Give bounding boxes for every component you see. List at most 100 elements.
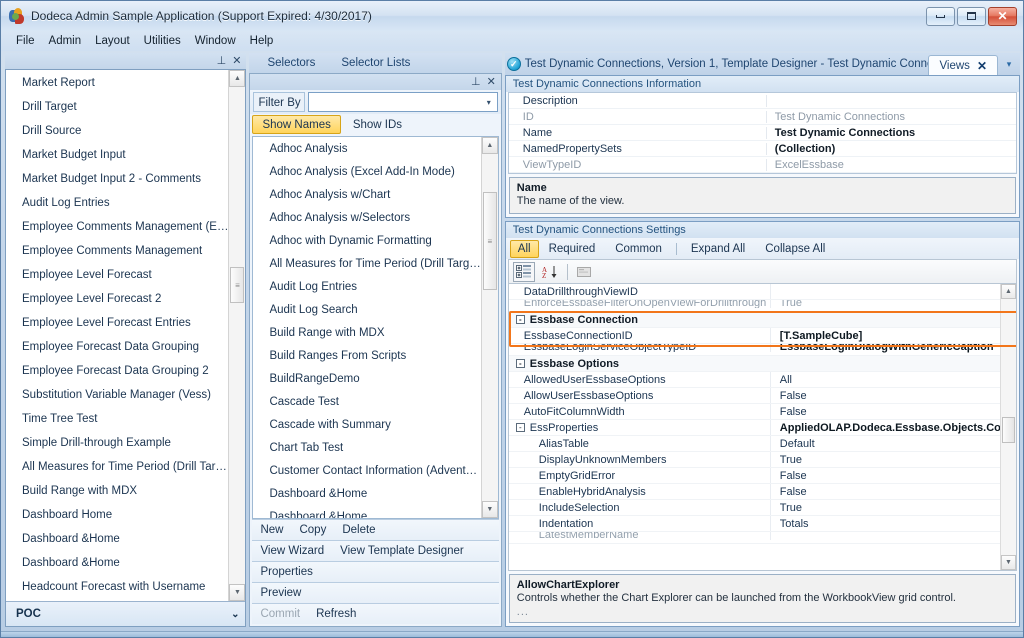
- list-item[interactable]: Dashboard &Home: [6, 527, 228, 551]
- property-row[interactable]: EmptyGridError False: [508, 468, 1000, 484]
- property-row[interactable]: IncludeSelection True: [508, 500, 1000, 516]
- command-copy[interactable]: Copy: [299, 524, 335, 536]
- close-icon[interactable]: ✕: [977, 59, 987, 73]
- property-value[interactable]: Test Dynamic Connections: [767, 127, 1016, 139]
- maximize-button[interactable]: [957, 6, 986, 26]
- menu-item-layout[interactable]: Layout: [88, 33, 137, 49]
- filter-combo[interactable]: ▾: [308, 92, 498, 112]
- pin-icon[interactable]: ⊥: [471, 76, 481, 88]
- property-row[interactable]: EnableHybridAnalysis False: [508, 484, 1000, 500]
- property-row[interactable]: AutoFitColumnWidth False: [508, 404, 1000, 420]
- menu-item-window[interactable]: Window: [188, 33, 243, 49]
- list-item[interactable]: Audit Log Entries: [253, 276, 480, 299]
- scroll-thumb[interactable]: [1002, 416, 1015, 443]
- property-value-cell[interactable]: Default: [771, 438, 1000, 450]
- property-value-cell[interactable]: False: [771, 390, 1000, 402]
- property-row[interactable]: AliasTable Default: [508, 436, 1000, 452]
- scroll-thumb[interactable]: ≡: [230, 267, 245, 303]
- property-value-cell[interactable]: True: [771, 300, 1000, 309]
- settings-filter-common[interactable]: Common: [605, 240, 672, 258]
- property-row[interactable]: AllowedUserEssbaseOptions All: [508, 372, 1000, 388]
- scroll-track[interactable]: ≡: [229, 87, 246, 584]
- list-item[interactable]: Build Range with MDX: [253, 322, 480, 345]
- property-value[interactable]: (Collection): [767, 143, 1016, 155]
- command-new[interactable]: New: [260, 524, 292, 536]
- command-preview[interactable]: Preview: [260, 587, 310, 599]
- command-delete[interactable]: Delete: [342, 524, 384, 536]
- pin-icon[interactable]: ⊥: [217, 55, 227, 67]
- list-item[interactable]: All Measures for Time Period (Drill Targ…: [253, 253, 480, 276]
- list-item[interactable]: Chart Tab Test: [253, 437, 480, 460]
- property-value[interactable]: Test Dynamic Connections: [767, 111, 1016, 123]
- list-item[interactable]: Build Range with MDX: [6, 479, 228, 503]
- command-refresh[interactable]: Refresh: [316, 608, 365, 620]
- list-item[interactable]: Substitution Variable Manager (Vess): [6, 383, 228, 407]
- property-value[interactable]: ExcelEssbase: [767, 159, 1016, 171]
- close-button[interactable]: ✕: [988, 6, 1017, 26]
- list-item[interactable]: Headcount Forecast with Username: [6, 575, 228, 599]
- list-item[interactable]: Time Tree Test: [6, 407, 228, 431]
- scroll-down-button[interactable]: ▼: [1001, 555, 1016, 570]
- group-footer-poc[interactable]: POC ⌄: [6, 601, 246, 626]
- list-item[interactable]: Adhoc Analysis w/Chart: [253, 184, 480, 207]
- property-value-cell[interactable]: AppliedOLAP.Dodeca.Essbase.Objects.Comm: [771, 422, 1000, 434]
- property-value-cell[interactable]: All: [771, 374, 1000, 386]
- settings-filter-required[interactable]: Required: [539, 240, 606, 258]
- scroll-track[interactable]: [1001, 299, 1016, 555]
- scroll-up-button[interactable]: ▲: [481, 137, 498, 154]
- list-item[interactable]: Customer Contact Information (Advent…: [253, 460, 480, 483]
- scroll-down-button[interactable]: ▼: [229, 584, 246, 601]
- list-item[interactable]: Adhoc Analysis w/Selectors: [253, 207, 480, 230]
- property-row[interactable]: DisplayUnknownMembers True: [508, 452, 1000, 468]
- categorized-icon[interactable]: [512, 261, 535, 282]
- tab-selector-lists[interactable]: Selector Lists: [329, 55, 424, 71]
- filter-input[interactable]: [309, 93, 481, 111]
- table-row[interactable]: NamedPropertySets (Collection): [508, 141, 1016, 157]
- property-value-cell[interactable]: False: [771, 486, 1000, 498]
- list-item[interactable]: Drill Source: [6, 119, 228, 143]
- table-row[interactable]: Description: [508, 93, 1016, 109]
- alphabetical-sort-icon[interactable]: A Z: [539, 262, 561, 282]
- list-item[interactable]: All Measures for Time Period (Drill Tar…: [6, 455, 228, 479]
- close-icon[interactable]: ✕: [487, 76, 496, 88]
- scroll-thumb[interactable]: ≡: [482, 192, 497, 290]
- collapse-expander-icon[interactable]: -: [515, 359, 525, 368]
- list-item[interactable]: Build Ranges From Scripts: [253, 345, 480, 368]
- list-item[interactable]: Dashboard &Home: [6, 551, 228, 575]
- settings-action-collapse-all[interactable]: Collapse All: [755, 240, 835, 258]
- property-grid[interactable]: DataDrillthroughViewID EnforceEssbaseFilt…: [508, 284, 1000, 570]
- tab-views[interactable]: Views ✕: [928, 55, 998, 75]
- left-view-list[interactable]: Market Report Drill Target Drill Source Mar…: [6, 70, 228, 601]
- property-row[interactable]: EssbaseConnectionID [T.SampleCube]: [508, 328, 1000, 344]
- document-tab[interactable]: ✓ Test Dynamic Connections, Version 1, T…: [505, 53, 928, 75]
- property-grid-scrollbar[interactable]: ▲ ▼: [1000, 284, 1016, 570]
- list-item[interactable]: Employee Level Forecast Entries: [6, 311, 228, 335]
- list-item[interactable]: Audit Log Entries: [6, 191, 228, 215]
- table-row[interactable]: ViewTypeID ExcelEssbase: [508, 157, 1016, 173]
- left-list-scrollbar[interactable]: ▲ ≡ ▼: [228, 70, 246, 601]
- scroll-down-button[interactable]: ▼: [481, 501, 498, 518]
- list-item[interactable]: Employee Comments Management (E…: [6, 215, 228, 239]
- settings-action-expand-all[interactable]: Expand All: [681, 240, 755, 258]
- list-item[interactable]: Cascade Test: [253, 391, 480, 414]
- property-grid-container[interactable]: DataDrillthroughViewID EnforceEssbaseFilt…: [507, 283, 1017, 571]
- settings-filter-all[interactable]: All: [509, 239, 539, 258]
- scroll-up-button[interactable]: ▲: [1001, 284, 1016, 299]
- collapse-expander-icon[interactable]: -: [515, 315, 525, 324]
- list-item[interactable]: BuildRangeDemo: [253, 368, 480, 391]
- property-value-cell[interactable]: EssbaseLoginDialogWithGenericCaption: [771, 344, 1000, 353]
- collapse-expander-icon[interactable]: -: [515, 423, 525, 432]
- list-item[interactable]: Market Budget Input: [6, 143, 228, 167]
- list-item[interactable]: Adhoc Analysis: [253, 138, 480, 161]
- list-item[interactable]: Employee Forecast Data Grouping: [6, 335, 228, 359]
- menu-item-file[interactable]: File: [9, 33, 42, 49]
- toggle-show-names[interactable]: Show Names: [252, 115, 341, 134]
- menu-item-admin[interactable]: Admin: [42, 33, 89, 49]
- list-item[interactable]: Employee Level Forecast: [6, 263, 228, 287]
- property-value-cell[interactable]: Totals: [771, 518, 1000, 530]
- table-row[interactable]: ID Test Dynamic Connections: [508, 109, 1016, 125]
- property-row[interactable]: EnforceEssbaseFilterOnOpenViewForDrillth…: [508, 300, 1000, 312]
- property-value-cell[interactable]: False: [771, 406, 1000, 418]
- property-value-cell[interactable]: [T.SampleCube]: [771, 330, 1000, 342]
- list-item[interactable]: Simple Drill-through Example: [6, 431, 228, 455]
